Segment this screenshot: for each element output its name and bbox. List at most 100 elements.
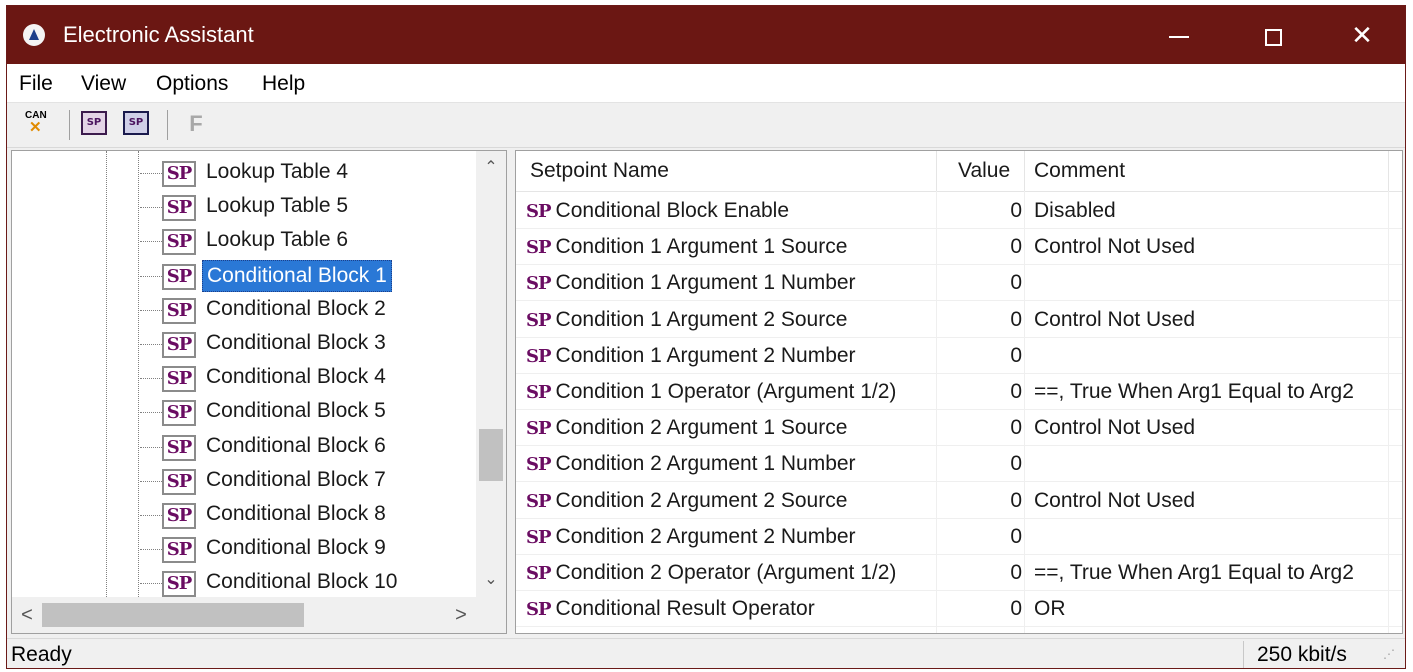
setpoint-comment-cell: [1034, 338, 1394, 374]
flash-button[interactable]: F: [181, 111, 211, 139]
scroll-right-icon[interactable]: >: [446, 597, 476, 633]
table-row[interactable]: SP Condition 1 Argument 1 Source 0 Control …: [516, 229, 1402, 266]
setpoint-icon: SP: [526, 418, 552, 440]
setpoint-icon: SP: [162, 332, 196, 358]
setpoint-icon: SP: [162, 468, 196, 495]
setpoint-tree[interactable]: SP Lookup Table 4 SP Lookup Table 5 SP Lookup…: [11, 150, 507, 634]
setpoint-icon: SP: [526, 237, 552, 259]
can-connect-button[interactable]: CAN ✕: [25, 111, 55, 139]
tree-item-label: Conditional Block 3: [206, 331, 386, 354]
column-divider[interactable]: [1388, 151, 1389, 191]
tree-horizontal-scrollbar[interactable]: < >: [12, 597, 476, 633]
table-row[interactable]: SP Condition 1 Argument 1 Number 0: [516, 265, 1402, 302]
setpoint-icon: SP: [162, 537, 196, 564]
minimize-icon: [1169, 36, 1189, 39]
setpoint-value-cell[interactable]: 0: [944, 555, 1022, 591]
resize-grip-icon[interactable]: ⋰: [1383, 647, 1401, 665]
tree-guide-line: [138, 151, 139, 597]
scroll-corner: [476, 597, 506, 633]
table-row[interactable]: SP Conditional Block Enable 0 Disabled: [516, 193, 1402, 229]
setpoint-name-cell: SP Condition 1 Argument 1 Number: [526, 265, 938, 301]
setpoint-value-cell[interactable]: 0: [944, 591, 1022, 627]
minimize-button[interactable]: [1149, 6, 1209, 64]
vertical-scroll-thumb[interactable]: [479, 429, 503, 481]
column-header-value[interactable]: Value: [958, 151, 1010, 191]
menu-help[interactable]: Help: [262, 72, 305, 96]
setpoint-icon: SP: [526, 599, 552, 621]
setpoint-name-text: Condition 2 Argument 2 Number: [555, 524, 856, 548]
tree-item-label: Conditional Block 4: [206, 365, 386, 389]
menu-file[interactable]: File: [19, 72, 53, 96]
tree-item-label: Conditional Block 5: [206, 399, 386, 423]
app-logo-icon: [23, 24, 45, 46]
table-row[interactable]: SP Condition 2 Argument 2 Source 0 Control …: [516, 483, 1402, 519]
setpoint-comment-cell: [1034, 265, 1394, 301]
setpoint-comment-cell: ==, True When Arg1 Equal to Arg2: [1034, 561, 1354, 584]
setpoint-value-cell[interactable]: 0: [944, 193, 1022, 229]
setpoint-icon: SP: [162, 161, 196, 187]
menu-view[interactable]: View: [81, 72, 126, 96]
toolbar: CAN ✕ SP SP F: [7, 103, 1405, 148]
open-setpoint-file-button[interactable]: SP: [81, 111, 111, 139]
setpoint-value-cell[interactable]: 0: [944, 410, 1022, 446]
setpoint-name-cell: SP Condition 1 Argument 2 Number: [526, 338, 938, 374]
setpoint-name-text: Condition 1 Argument 1 Source: [555, 235, 848, 259]
scroll-up-icon[interactable]: ⌃: [476, 153, 506, 183]
setpoint-name-text: Condition 2 Argument 2 Source: [555, 488, 848, 512]
table-row[interactable]: SP Condition 2 Argument 1 Source 0 Control …: [516, 410, 1402, 447]
setpoint-comment-cell: [1034, 446, 1394, 482]
setpoint-value-cell[interactable]: 0: [944, 265, 1022, 301]
setpoint-comment-cell: ==, True When Arg1 Equal to Arg2: [1034, 380, 1354, 403]
setpoint-value-cell[interactable]: 0: [944, 229, 1022, 265]
setpoint-value-cell[interactable]: 0: [944, 446, 1022, 482]
table-row[interactable]: SP Condition 1 Argument 2 Source 0 Control …: [516, 302, 1402, 338]
setpoint-icon: SP: [162, 571, 196, 598]
setpoint-icon: SP: [526, 563, 552, 584]
setpoint-value-cell[interactable]: 0: [944, 374, 1022, 410]
setpoint-name-cell: SP Condition 2 Argument 2 Number: [526, 519, 938, 555]
tree-connector-line: [140, 583, 162, 585]
tree-connector-line: [140, 515, 162, 516]
close-button[interactable]: ✕: [1332, 6, 1392, 64]
setpoint-value-cell[interactable]: 0: [944, 519, 1022, 555]
column-divider[interactable]: [1024, 151, 1025, 191]
tree-vertical-scrollbar[interactable]: ⌃ ⌄: [476, 151, 506, 597]
tree-connector-line: [140, 412, 162, 414]
setpoint-name-text: Condition 2 Operator (Argument 1/2): [555, 561, 897, 584]
table-row[interactable]: SP Conditional Result Operator 0 OR: [516, 591, 1402, 628]
setpoint-icon: SP: [526, 345, 552, 367]
tree-item-label: Conditional Block 10: [206, 570, 398, 594]
setpoint-value-cell[interactable]: 0: [944, 483, 1022, 519]
table-row[interactable]: SP Condition 2 Argument 2 Number 0: [516, 519, 1402, 555]
open-sp-file-icon: SP: [81, 111, 107, 135]
maximize-button[interactable]: [1243, 6, 1303, 64]
table-row[interactable]: SP Condition 2 Argument 1 Number 0: [516, 446, 1402, 483]
column-divider[interactable]: [936, 151, 937, 191]
status-bar: Ready 250 kbit/s ⋰: [7, 638, 1405, 668]
setpoint-value-cell[interactable]: 0: [944, 302, 1022, 338]
disconnect-x-icon: ✕: [29, 119, 42, 136]
setpoint-name-cell: SP Condition 2 Argument 2 Source: [526, 483, 938, 519]
scroll-down-icon[interactable]: ⌄: [476, 565, 506, 595]
horizontal-scroll-thumb[interactable]: [42, 603, 304, 627]
tree-item-label: Conditional Block 9: [206, 536, 386, 560]
menu-bar: File View Options Help: [7, 64, 1405, 103]
table-row[interactable]: SP Condition 1 Argument 2 Number 0: [516, 338, 1402, 374]
setpoint-name-cell: SP Condition 1 Operator (Argument 1/2): [526, 374, 938, 410]
tree-guide-line: [106, 151, 107, 597]
table-row[interactable]: SP Condition 2 Operator (Argument 1/2) 0 ==…: [516, 555, 1402, 591]
table-row[interactable]: SP Condition 1 Operator (Argument 1/2) 0 ==…: [516, 374, 1402, 410]
title-bar[interactable]: Electronic Assistant ✕: [7, 6, 1405, 64]
setpoint-value-cell[interactable]: 0: [944, 338, 1022, 374]
column-header-comment[interactable]: Comment: [1034, 151, 1125, 191]
scroll-left-icon[interactable]: <: [12, 597, 42, 633]
setpoint-name-text: Condition 2 Argument 1 Number: [555, 452, 856, 476]
column-header-setpoint-name[interactable]: Setpoint Name: [530, 151, 669, 191]
setpoint-comment-cell: OR: [1034, 597, 1066, 621]
setpoint-comment-cell: Control Not Used: [1034, 307, 1196, 331]
menu-options[interactable]: Options: [156, 72, 228, 96]
setpoint-name-cell: SP Condition 1 Argument 2 Source: [526, 302, 938, 338]
setpoint-comment-cell: Disabled: [1034, 199, 1116, 222]
save-setpoint-file-button[interactable]: SP: [123, 111, 153, 139]
window-title: Electronic Assistant: [63, 22, 254, 47]
